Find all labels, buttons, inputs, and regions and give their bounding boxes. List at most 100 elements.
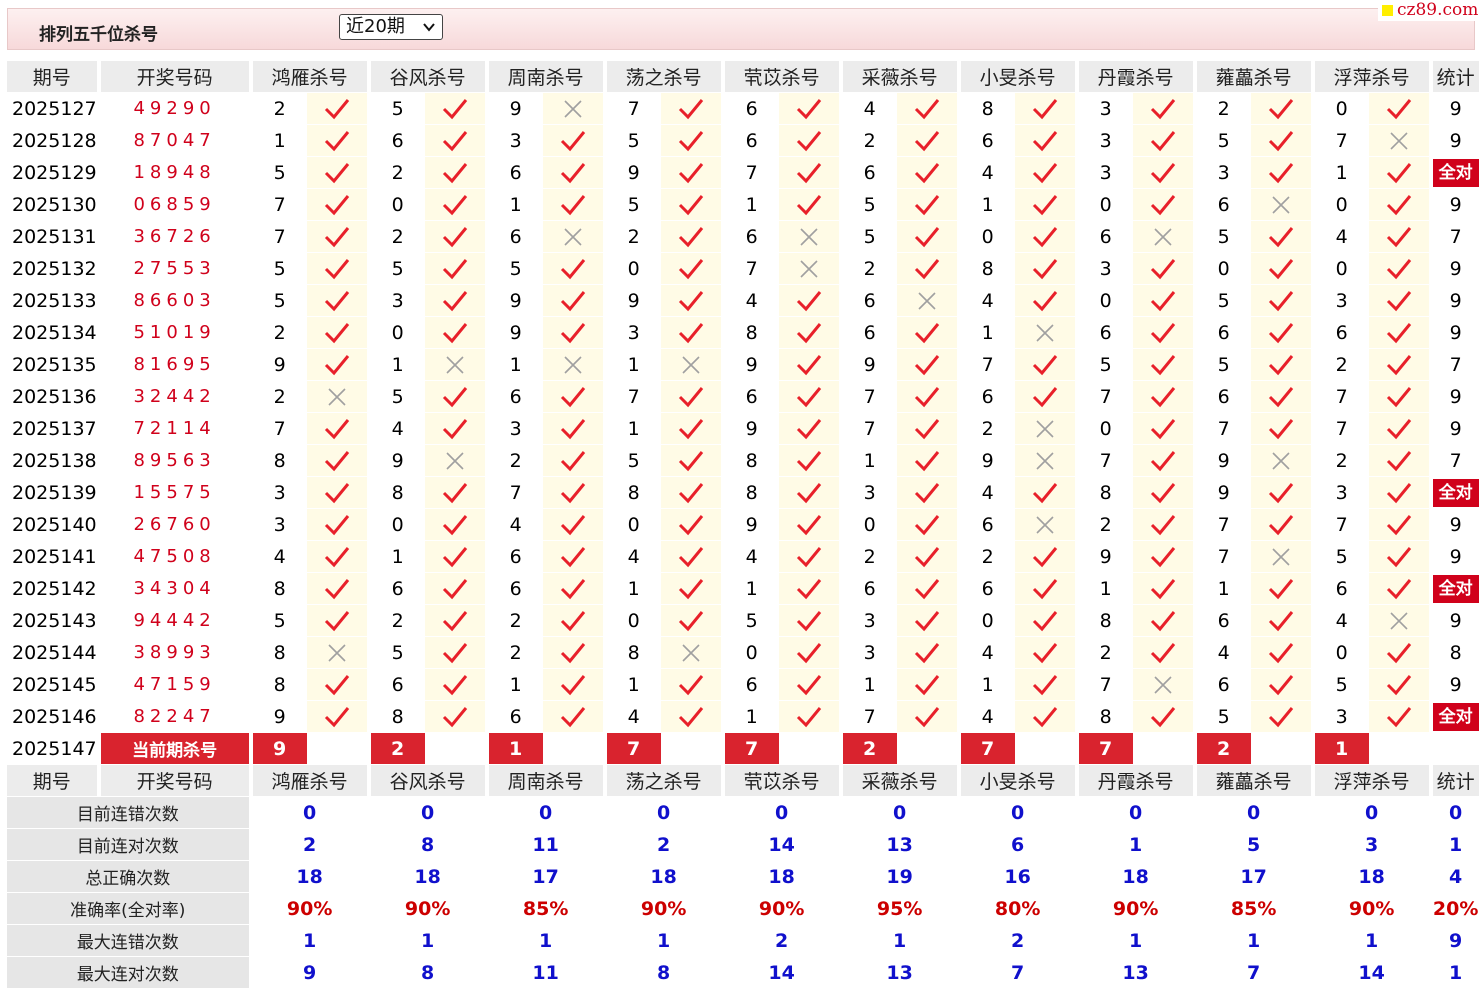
kill-number-cell: 1 [484,349,543,381]
kill-number-cell: 9 [720,349,779,381]
kill-number-cell: 3 [1192,157,1251,189]
kill-number-cell: 7 [720,253,779,285]
check-icon [1014,189,1075,221]
stats-value: 6 [956,829,1075,861]
stats-value: 90% [602,893,721,925]
kill-number-cell: 4 [484,509,543,541]
stat-cell: 全对 [1428,573,1479,605]
draw-number-cell: 81695 [96,349,249,381]
kill-number-cell: 9 [248,349,307,381]
kill-number-cell: 0 [602,509,661,541]
kill-number-cell: 4 [956,285,1015,317]
draw-number-cell: 72114 [96,413,249,445]
check-icon [1368,189,1429,221]
check-icon [778,701,839,733]
cross-icon [306,381,367,413]
check-icon [1250,253,1311,285]
empty-cell [542,733,603,765]
draw-number-cell: 18948 [96,157,249,189]
empty-cell [1428,733,1479,765]
kill-number-cell: 2 [366,157,425,189]
kill-number-cell: 2 [1310,349,1369,381]
check-icon [1368,541,1429,573]
column-header-expert: 丹霞杀号 [1074,765,1193,797]
kill-number-cell: 5 [602,125,661,157]
cross-icon [660,637,721,669]
check-icon [306,349,367,381]
kill-number-cell: 6 [1192,317,1251,349]
column-header-expert: 浮萍杀号 [1310,61,1429,93]
draw-number-cell: 51019 [96,317,249,349]
kill-number-cell: 7 [838,701,897,733]
stats-value: 90% [1310,893,1429,925]
kill-number-cell: 6 [484,573,543,605]
kill-number-cell: 2 [1192,93,1251,125]
check-icon [424,317,485,349]
kill-number-cell: 3 [366,285,425,317]
stats-value: 18 [1074,861,1193,893]
site-logo[interactable]: cz89.com [1378,0,1482,21]
stats-label: 目前连对次数 [7,829,249,861]
kill-number-cell: 5 [366,253,425,285]
kill-number-cell: 5 [1192,285,1251,317]
check-icon [1014,285,1075,317]
check-icon [1250,157,1311,189]
kill-number-cell: 2 [248,93,307,125]
check-icon [1250,413,1311,445]
cross-icon [1014,445,1075,477]
current-kill-number: 2 [1192,733,1251,765]
check-icon [1250,573,1311,605]
kill-number-cell: 1 [838,445,897,477]
check-icon [1132,189,1193,221]
kill-number-cell: 6 [484,221,543,253]
check-icon [424,189,485,221]
issue-cell: 2025143 [7,605,97,637]
table-row: 2025137 72114 7 4 3 1 9 7 2 0 7 7 9 [7,413,1479,445]
kill-number-cell: 6 [956,381,1015,413]
kill-number-cell: 8 [602,637,661,669]
kill-number-cell: 3 [838,637,897,669]
period-select[interactable]: 近20期 [339,14,443,40]
stats-value: 18 [602,861,721,893]
stats-value: 8 [602,957,721,989]
kill-number-cell: 1 [602,573,661,605]
check-icon [1132,605,1193,637]
check-icon [306,701,367,733]
kill-number-cell: 8 [248,573,307,605]
column-header-row: 期号 开奖号码 鸿雁杀号 谷风杀号 周南杀号 荡之杀号 茕苡杀号 采薇杀号 小旻杀号 丹霞杀号 蕹藟… [7,61,1479,93]
issue-cell: 2025144 [7,637,97,669]
stats-value: 17 [1192,861,1311,893]
kill-number-cell: 0 [366,189,425,221]
check-icon [896,317,957,349]
check-icon [778,509,839,541]
stats-value: 90% [720,893,839,925]
kill-number-cell: 0 [602,605,661,637]
kill-number-cell: 4 [1310,221,1369,253]
stats-value: 14 [720,829,839,861]
kill-number-cell: 8 [720,317,779,349]
check-icon [896,669,957,701]
check-icon [896,445,957,477]
check-icon [1132,349,1193,381]
check-icon [1250,605,1311,637]
draw-number-cell: 38993 [96,637,249,669]
check-icon [424,125,485,157]
cross-icon [1368,125,1429,157]
kill-number-cell: 8 [956,253,1015,285]
kill-number-cell: 5 [1192,349,1251,381]
check-icon [1014,541,1075,573]
kill-number-cell: 2 [956,541,1015,573]
check-icon [306,573,367,605]
check-icon [306,253,367,285]
check-icon [1368,285,1429,317]
kill-number-cell: 6 [720,221,779,253]
stats-value: 17 [484,861,603,893]
stats-value: 2 [248,829,367,861]
stat-cell: 9 [1428,317,1479,349]
issue-cell: 2025135 [7,349,97,381]
check-icon [1014,157,1075,189]
kill-number-cell: 7 [248,221,307,253]
stats-value: 11 [484,957,603,989]
current-kill-number: 1 [1310,733,1369,765]
draw-number-cell: 49290 [96,93,249,125]
